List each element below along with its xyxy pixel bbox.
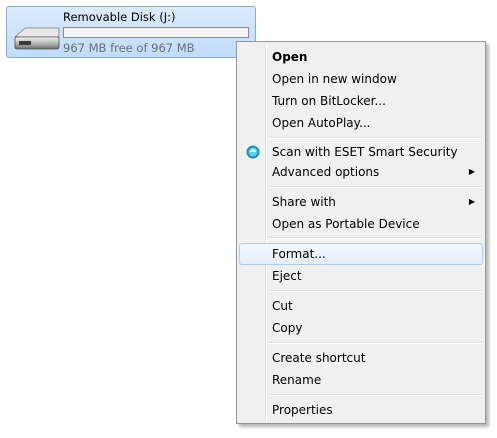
- menu-separator: [269, 186, 482, 188]
- menu-item-advanced-options[interactable]: Advanced options ▶: [239, 161, 483, 183]
- menu-item-copy[interactable]: Copy: [239, 317, 483, 339]
- menu-item-label: Properties: [272, 403, 333, 417]
- menu-separator: [269, 394, 482, 396]
- menu-item-label: Format...: [272, 247, 326, 261]
- menu-item-label: Open as Portable Device: [272, 217, 420, 231]
- menu-item-cut[interactable]: Cut: [239, 295, 483, 317]
- menu-item-label: Share with: [272, 195, 336, 209]
- menu-item-label: Create shortcut: [272, 351, 366, 365]
- menu-item-properties[interactable]: Properties: [239, 399, 483, 421]
- drive-capacity-bar: [63, 27, 249, 38]
- menu-item-label: Eject: [272, 269, 302, 283]
- submenu-arrow-icon: ▶: [468, 167, 475, 176]
- menu-item-create-shortcut[interactable]: Create shortcut: [239, 347, 483, 369]
- menu-item-label: Open AutoPlay...: [272, 116, 371, 130]
- drive-free-space: 967 MB free of 967 MB: [63, 41, 195, 55]
- context-menu: Open Open in new window Turn on BitLocke…: [236, 41, 486, 424]
- menu-separator: [269, 237, 482, 239]
- menu-item-open-new-window[interactable]: Open in new window: [239, 68, 483, 90]
- menu-item-format[interactable]: Format...: [239, 243, 483, 265]
- menu-item-share-with[interactable]: Share with ▶: [239, 191, 483, 213]
- menu-item-bitlocker[interactable]: Turn on BitLocker...: [239, 90, 483, 112]
- menu-item-eset-scan[interactable]: Scan with ESET Smart Security: [239, 141, 483, 163]
- menu-item-label: Advanced options: [272, 165, 380, 179]
- drive-tile[interactable]: Removable Disk (J:) 967 MB free of 967 M…: [6, 6, 256, 58]
- menu-item-label: Cut: [272, 299, 293, 313]
- menu-item-label: Copy: [272, 321, 303, 335]
- menu-separator: [269, 342, 482, 344]
- menu-separator: [269, 290, 482, 292]
- menu-item-label: Open in new window: [272, 72, 397, 86]
- menu-item-rename[interactable]: Rename: [239, 369, 483, 391]
- menu-item-label: Rename: [272, 373, 322, 387]
- menu-item-label: Turn on BitLocker...: [272, 94, 386, 108]
- menu-item-label: Open: [272, 50, 308, 64]
- menu-item-open[interactable]: Open: [239, 46, 483, 68]
- menu-item-label: Scan with ESET Smart Security: [272, 145, 458, 159]
- drive-name: Removable Disk (J:): [63, 10, 176, 24]
- submenu-arrow-icon: ▶: [468, 197, 475, 206]
- removable-drive-icon: [13, 27, 60, 50]
- menu-separator: [269, 137, 482, 139]
- menu-item-portable-device[interactable]: Open as Portable Device: [239, 213, 483, 235]
- menu-item-eject[interactable]: Eject: [239, 265, 483, 287]
- menu-item-autoplay[interactable]: Open AutoPlay...: [239, 112, 483, 134]
- eset-icon: [246, 145, 260, 159]
